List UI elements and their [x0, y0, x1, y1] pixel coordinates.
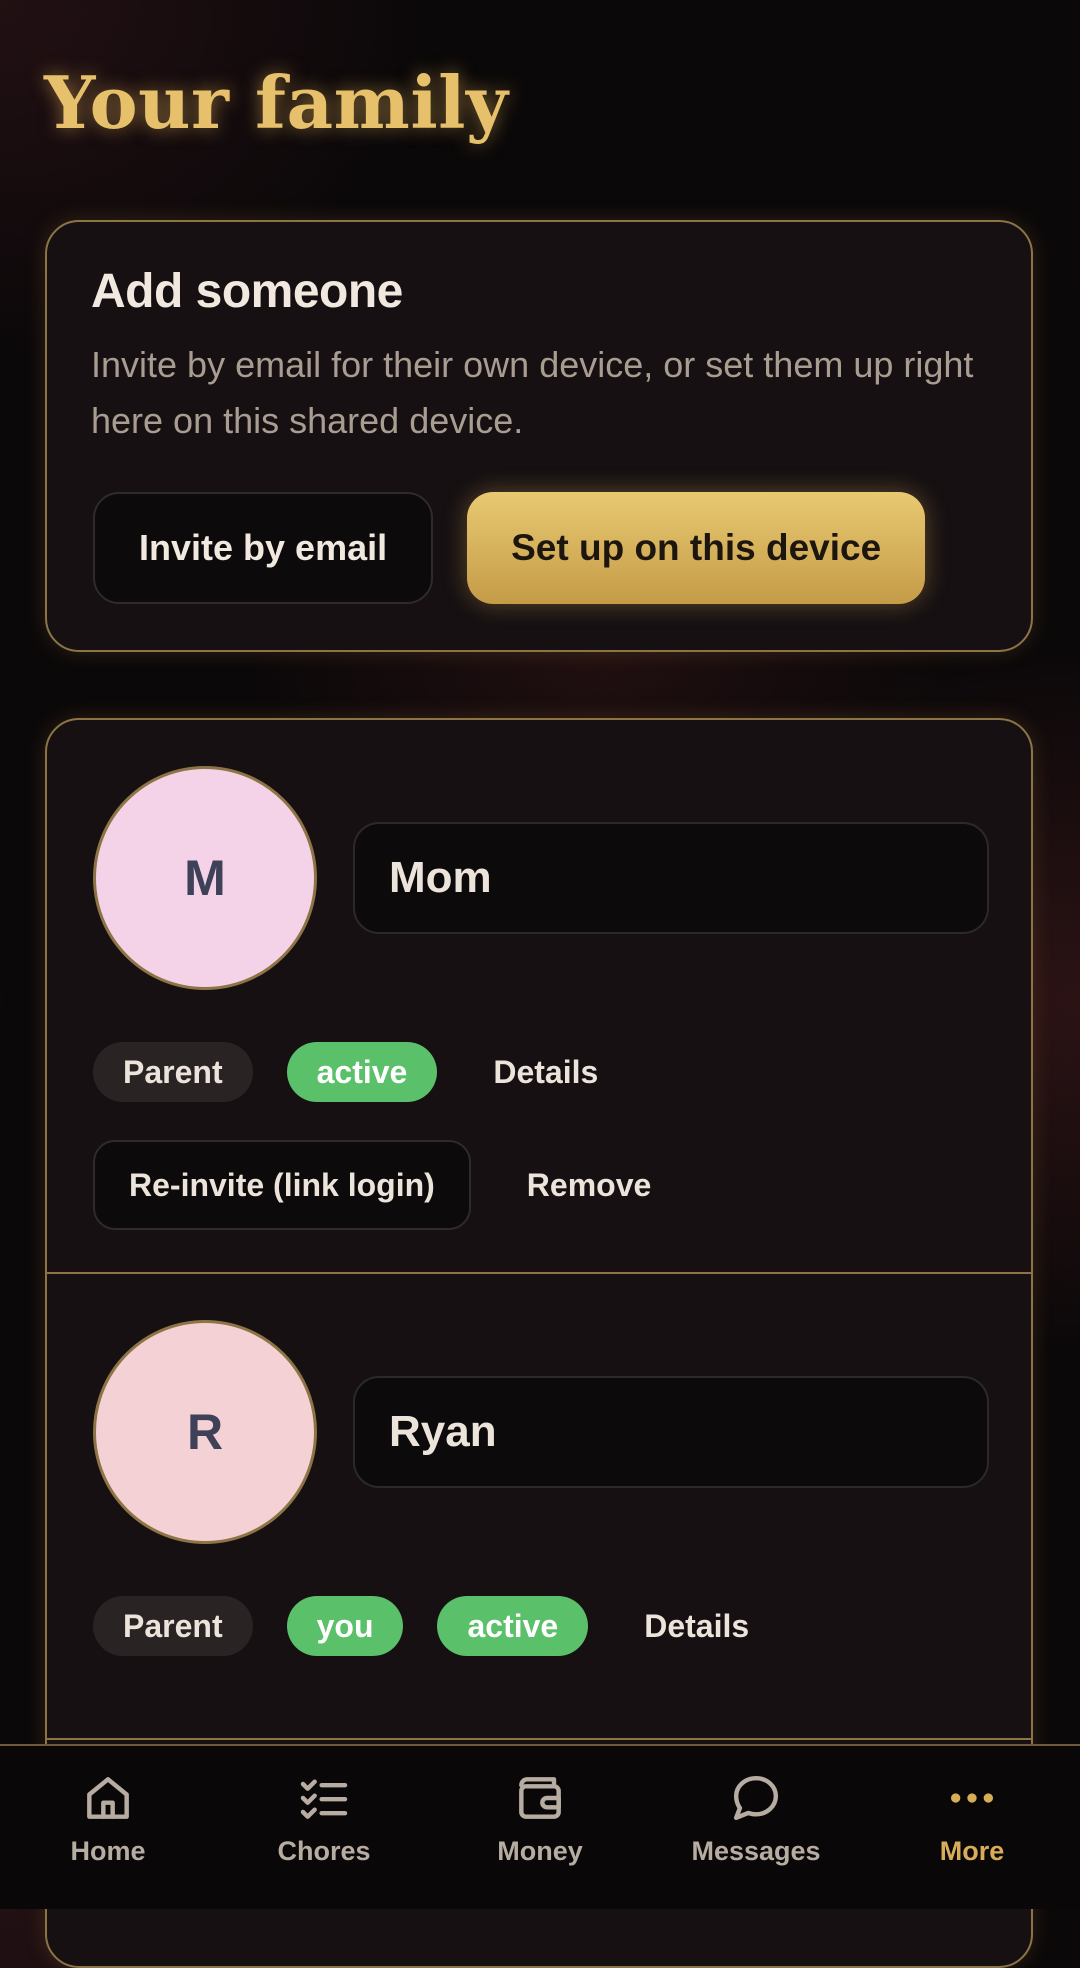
- member-tags: Parent you active Details: [93, 1596, 771, 1656]
- status-badge: active: [286, 1042, 438, 1102]
- wallet-icon: [519, 1777, 561, 1819]
- checklist-icon: [300, 1779, 348, 1819]
- chat-bubble-icon: [733, 1775, 779, 1821]
- invite-by-email-button[interactable]: Invite by email: [93, 492, 434, 604]
- add-someone-actions: Invite by email Set up on this device: [93, 492, 926, 604]
- add-someone-card: Add someone Invite by email for their ow…: [45, 220, 1033, 652]
- details-button[interactable]: Details: [471, 1054, 620, 1091]
- more-dots-icon: [951, 1793, 993, 1803]
- role-badge: Parent: [93, 1042, 253, 1102]
- set-up-on-device-button[interactable]: Set up on this device: [467, 492, 926, 604]
- add-someone-title: Add someone: [91, 265, 403, 318]
- member-name-field[interactable]: Mom: [353, 822, 989, 934]
- nav-item-chores[interactable]: Chores: [216, 1746, 432, 1909]
- nav-label: More: [939, 1836, 1005, 1866]
- nav-item-money[interactable]: Money: [432, 1746, 648, 1909]
- add-someone-description: Invite by email for their own device, or…: [91, 344, 974, 441]
- member-actions: Re-invite (link login) Remove: [93, 1140, 673, 1230]
- reinvite-button[interactable]: Re-invite (link login): [93, 1140, 471, 1230]
- nav-label: Home: [70, 1836, 146, 1866]
- avatar: M: [93, 766, 317, 990]
- details-button[interactable]: Details: [622, 1608, 771, 1645]
- home-icon: [87, 1777, 129, 1819]
- status-badge: active: [437, 1596, 589, 1656]
- page-title: Your family: [44, 60, 509, 145]
- bottom-nav: Home Chores Money Messages More: [0, 1744, 1080, 1909]
- nav-label: Chores: [277, 1836, 371, 1866]
- nav-label: Messages: [691, 1836, 821, 1866]
- nav-item-home[interactable]: Home: [0, 1746, 216, 1909]
- role-badge: Parent: [93, 1596, 253, 1656]
- member-row: M Mom Parent active Details Re-invite (l…: [47, 720, 1031, 1274]
- avatar: R: [93, 1320, 317, 1544]
- remove-button[interactable]: Remove: [505, 1167, 674, 1204]
- nav-label: Money: [497, 1836, 583, 1866]
- nav-item-messages[interactable]: Messages: [648, 1746, 864, 1909]
- you-badge: you: [286, 1596, 404, 1656]
- member-tags: Parent active Details: [93, 1042, 620, 1102]
- nav-item-more[interactable]: More: [864, 1746, 1080, 1909]
- member-name-field[interactable]: Ryan: [353, 1376, 989, 1488]
- member-row: R Ryan Parent you active Details: [47, 1274, 1031, 1740]
